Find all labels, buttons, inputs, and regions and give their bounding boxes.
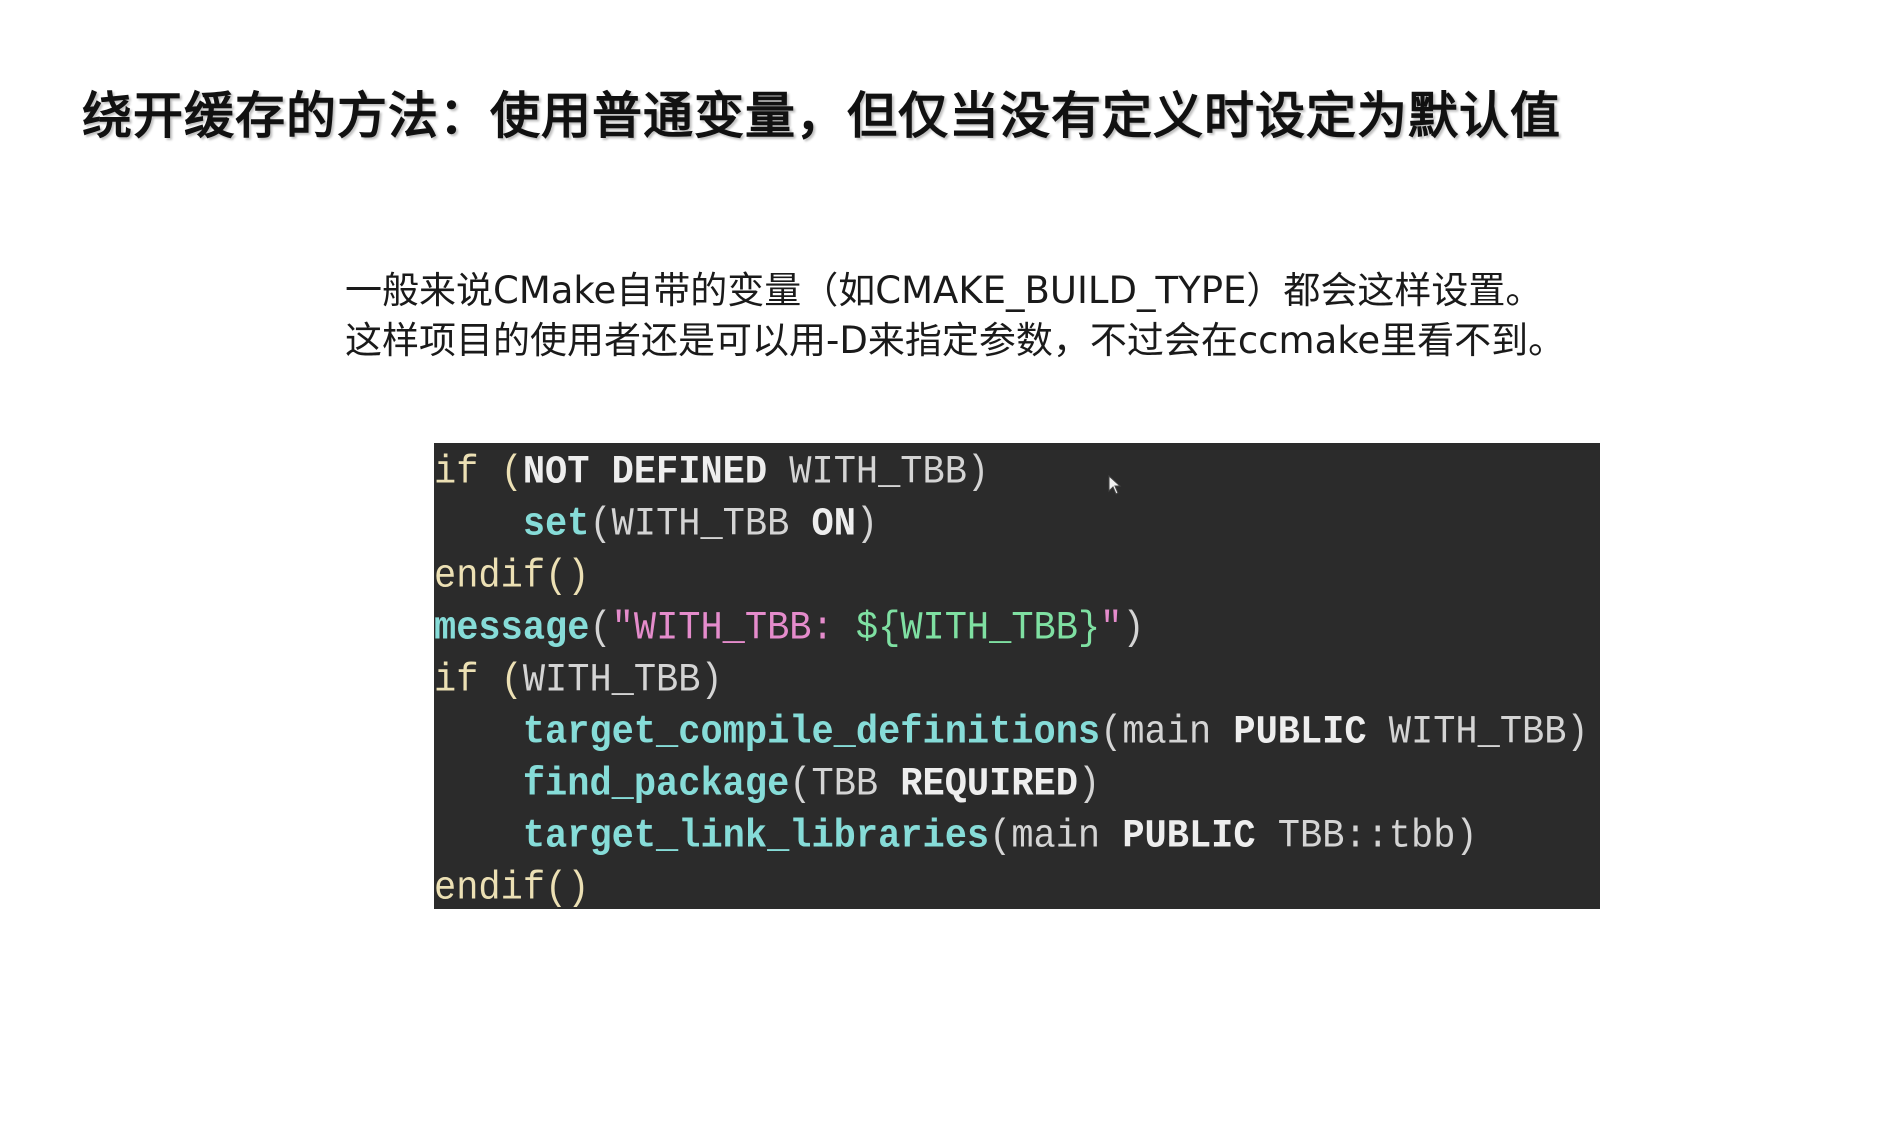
code-line: if (NOT DEFINED WITH_TBB) [434, 445, 1600, 501]
code-token-bold: NOT DEFINED [522, 450, 768, 496]
code-token-kw: if ( [434, 450, 523, 496]
description-line: 这样项目的使用者还是可以用-D来指定参数，不过会在ccmake里看不到。 [345, 319, 1566, 362]
code-token-kw: endif() [434, 866, 590, 912]
code-token-fn: set [522, 502, 590, 548]
code-line: endif() [434, 549, 1600, 605]
code-token-txt: ( [589, 606, 612, 652]
code-token-fn: target_link_libraries [522, 814, 990, 860]
code-token-str: " [1100, 606, 1123, 652]
code-token-bold: ON [811, 502, 856, 548]
code-token-bold: PUBLIC [1233, 710, 1367, 756]
code-token-kw: if ( [434, 658, 523, 704]
code-line: target_link_libraries(main PUBLIC TBB::t… [434, 809, 1600, 865]
code-block: if (NOT DEFINED WITH_TBB) set(WITH_TBB O… [434, 443, 1600, 912]
code-token-fn: find_package [522, 762, 790, 808]
code-token-txt: ) [1077, 762, 1101, 808]
code-token-txt: (WITH_TBB [589, 502, 812, 548]
code-token-kw: endif() [434, 554, 590, 600]
code-line: endif() [434, 861, 1600, 917]
slide-title: 绕开缓存的方法：使用普通变量，但仅当没有定义时设定为默认值 [82, 87, 1561, 145]
code-token-txt: WITH_TBB) [522, 658, 723, 704]
code-token-var: ${WITH_TBB} [855, 606, 1101, 652]
code-token-bold: REQUIRED [900, 762, 1078, 808]
code-line: if (WITH_TBB) [434, 653, 1600, 709]
code-line: find_package(TBB REQUIRED) [434, 757, 1600, 813]
code-line: set(WITH_TBB ON) [434, 497, 1600, 553]
code-token-fn: message [434, 606, 590, 652]
description-line: 一般来说CMake自带的变量（如CMAKE_BUILD_TYPE）都会这样设置。 [345, 269, 1543, 312]
code-token-bold: PUBLIC [1122, 814, 1256, 860]
slide-description: 一般来说CMake自带的变量（如CMAKE_BUILD_TYPE）都会这样设置。… [345, 266, 1565, 366]
code-token-fn: target_compile_definitions [522, 710, 1101, 756]
code-token-txt: TBB::tbb) [1255, 814, 1478, 860]
code-line: message("WITH_TBB: ${WITH_TBB}") [434, 601, 1600, 657]
code-token-txt: WITH_TBB) [1366, 710, 1589, 756]
code-line: target_compile_definitions(main PUBLIC W… [434, 705, 1600, 761]
code-token-txt: ) [1122, 606, 1145, 652]
code-token-txt: (main [1100, 710, 1234, 756]
code-token-str: "WITH_TBB: [611, 606, 856, 652]
code-token-txt: (TBB [789, 762, 901, 808]
code-token-txt: (main [989, 814, 1123, 860]
code-token-txt: WITH_TBB) [767, 450, 990, 496]
code-token-txt: ) [855, 502, 879, 548]
